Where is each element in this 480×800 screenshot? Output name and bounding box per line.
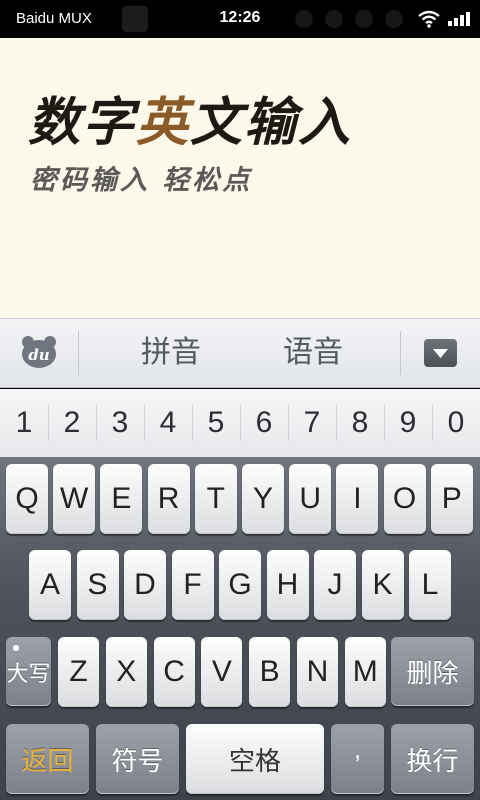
key-s[interactable]: S xyxy=(76,550,119,620)
number-key-4[interactable]: 4 xyxy=(144,389,192,457)
ime-toolbar: du 拼音 语音 xyxy=(0,318,480,388)
number-key-3[interactable]: 3 xyxy=(96,389,144,457)
key-k[interactable]: K xyxy=(361,550,404,620)
toolbar-divider xyxy=(400,331,401,375)
title-part1: 数字 xyxy=(28,92,137,153)
toolbar-divider xyxy=(78,331,79,375)
key-r[interactable]: R xyxy=(147,464,190,534)
collapse-keyboard-button[interactable] xyxy=(424,339,457,367)
key-d[interactable]: D xyxy=(124,550,166,620)
status-bar: Baidu MUX 12:26 xyxy=(0,0,480,38)
page-subtitle: 密码输入 轻松点 xyxy=(30,165,253,196)
space-key[interactable]: 空格 xyxy=(186,724,324,794)
key-y[interactable]: Y xyxy=(242,464,284,534)
key-a[interactable]: A xyxy=(29,550,71,620)
key-o[interactable]: O xyxy=(383,464,426,534)
key-t[interactable]: T xyxy=(194,464,237,534)
key-u[interactable]: U xyxy=(289,464,332,534)
voice-button[interactable]: 语音 xyxy=(266,333,360,373)
key-b[interactable]: B xyxy=(249,637,291,707)
status-faded-icons xyxy=(295,10,405,30)
signal-icon xyxy=(448,10,470,26)
key-c[interactable]: C xyxy=(153,637,195,707)
delete-key[interactable]: 删除 xyxy=(391,637,474,706)
key-z[interactable]: Z xyxy=(58,637,99,707)
key-q[interactable]: Q xyxy=(6,464,48,534)
key-l[interactable]: L xyxy=(409,550,451,620)
key-i[interactable]: I xyxy=(336,464,379,534)
key-g[interactable]: G xyxy=(219,550,261,620)
shift-key-label: 大写 xyxy=(6,661,51,687)
number-key-0[interactable]: 0 xyxy=(432,389,480,457)
number-row: 1234567890 xyxy=(0,389,480,457)
number-key-5[interactable]: 5 xyxy=(192,389,240,457)
key-h[interactable]: H xyxy=(266,550,309,620)
page-title: 数字英文输入 xyxy=(28,80,352,155)
title-highlight: 英 xyxy=(136,92,191,153)
enter-key[interactable]: 换行 xyxy=(391,724,474,794)
key-x[interactable]: X xyxy=(105,637,147,707)
number-key-8[interactable]: 8 xyxy=(336,389,384,457)
number-key-2[interactable]: 2 xyxy=(48,389,96,457)
key-m[interactable]: M xyxy=(344,637,386,707)
logo-text: du xyxy=(28,346,49,364)
back-key[interactable]: 返回 xyxy=(6,724,89,794)
key-p[interactable]: P xyxy=(430,464,473,534)
number-key-6[interactable]: 6 xyxy=(240,389,288,457)
key-v[interactable]: V xyxy=(201,637,243,707)
key-f[interactable]: F xyxy=(171,550,214,620)
number-key-9[interactable]: 9 xyxy=(384,389,432,457)
key-e[interactable]: E xyxy=(100,464,143,534)
status-time: 12:26 xyxy=(219,9,261,26)
pinyin-button[interactable]: 拼音 xyxy=(124,333,218,373)
key-w[interactable]: W xyxy=(53,464,96,534)
symbol-key[interactable]: 符号 xyxy=(96,724,179,794)
baidu-logo-icon[interactable]: du xyxy=(21,335,57,369)
triangle-down-icon xyxy=(433,349,448,358)
content-area: 数字英文输入 密码输入 轻松点 xyxy=(0,38,480,318)
number-key-7[interactable]: 7 xyxy=(288,389,336,457)
key-j[interactable]: J xyxy=(314,550,356,620)
wifi-icon xyxy=(418,10,440,28)
shift-indicator xyxy=(13,645,19,651)
shift-key[interactable]: 大写 xyxy=(6,637,51,706)
title-part2: 文输入 xyxy=(190,92,353,153)
keyboard: 大写 删除 返回 符号 空格 , 换行 QWERTYUIOP ASDFGHJKL Z… xyxy=(0,457,480,800)
number-key-1[interactable]: 1 xyxy=(0,389,48,457)
key-n[interactable]: N xyxy=(297,637,338,707)
comma-key[interactable]: , xyxy=(331,724,384,794)
